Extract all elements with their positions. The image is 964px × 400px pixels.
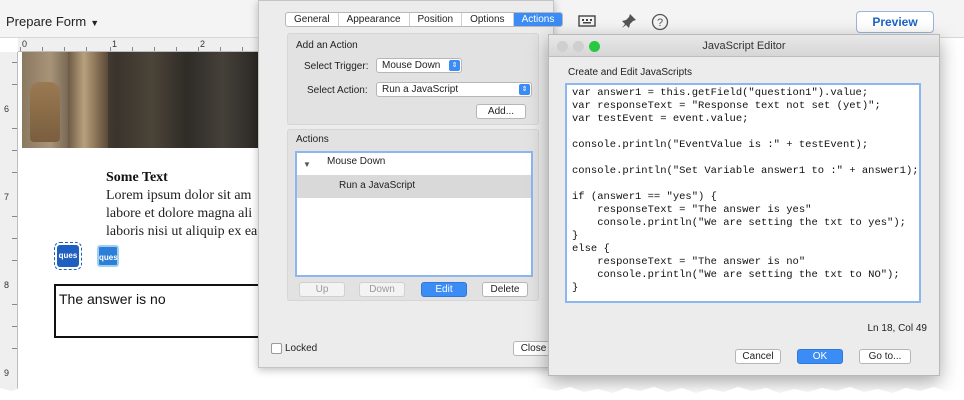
code-line: var answer1 = this.getField("question1")… — [572, 87, 869, 99]
tree-trigger-label: Mouse Down — [327, 156, 386, 167]
code-line: responseText = "The answer is yes" — [572, 204, 812, 216]
add-action-button[interactable]: Add... — [476, 104, 526, 119]
trigger-label: Select Trigger: — [304, 61, 369, 72]
pin-icon[interactable] — [620, 13, 638, 31]
body-line: laboris nisi ut aliquip ex ea — [106, 224, 258, 239]
properties-tabs: General Appearance Position Options Acti… — [285, 12, 564, 27]
tab-actions[interactable]: Actions — [513, 13, 563, 26]
code-line: else { — [572, 243, 610, 255]
tree-action-label: Run a JavaScript — [339, 180, 416, 191]
edit-button[interactable]: Edit — [421, 282, 467, 297]
prepare-form-menu[interactable]: Prepare Form ▼ — [6, 14, 99, 29]
code-line: console.println("Set Variable answer1 to… — [572, 165, 919, 177]
help-icon[interactable]: ? — [651, 13, 669, 31]
button-properties-dialog: General Appearance Position Options Acti… — [258, 0, 564, 368]
editor-subtitle: Create and Edit JavaScripts — [568, 67, 692, 78]
trigger-value: Mouse Down — [382, 60, 441, 71]
ruler-left-label: 9 — [4, 368, 10, 378]
question-button-selected[interactable]: ques — [54, 242, 82, 270]
ruler-top-label: 0 — [22, 39, 28, 49]
code-line: responseText = "The answer is no" — [572, 256, 806, 268]
svg-text:?: ? — [657, 17, 663, 29]
code-line: var testEvent = event.value; — [572, 113, 749, 125]
stepper-icon: ⇕ — [449, 60, 460, 71]
code-editor[interactable]: var answer1 = this.getField("question1")… — [565, 83, 921, 303]
tab-position[interactable]: Position — [410, 13, 463, 26]
page-body-text: Lorem ipsum dolor sit am labore et dolor… — [106, 187, 257, 241]
prepare-form-label: Prepare Form — [6, 14, 87, 29]
add-action-group: Add an Action Select Trigger: Mouse Down… — [287, 33, 539, 125]
up-button[interactable]: Up — [299, 282, 345, 297]
ruler-top-label: 1 — [112, 39, 118, 49]
tree-row-trigger[interactable]: ▼ Mouse Down — [297, 153, 531, 176]
cursor-position: Ln 18, Col 49 — [867, 323, 928, 334]
code-line: } — [572, 282, 579, 294]
close-button[interactable]: Close — [513, 341, 553, 356]
stepper-icon: ⇕ — [519, 84, 530, 95]
down-button[interactable]: Down — [359, 282, 405, 297]
action-select[interactable]: Run a JavaScript ⇕ — [376, 82, 532, 97]
trigger-select[interactable]: Mouse Down ⇕ — [376, 58, 462, 73]
keyboard-icon[interactable] — [578, 13, 596, 31]
body-line: labore et dolore magna ali — [106, 206, 253, 221]
tree-row-action[interactable]: Run a JavaScript — [297, 175, 531, 198]
code-line: if (answer1 == "yes") { — [572, 191, 717, 203]
tab-appearance[interactable]: Appearance — [339, 13, 410, 26]
javascript-editor-dialog: JavaScript Editor Create and Edit JavaSc… — [548, 34, 940, 376]
goto-button[interactable]: Go to... — [859, 349, 911, 364]
editor-title: JavaScript Editor — [702, 40, 786, 52]
code-line: var responseText = "Response text not se… — [572, 100, 881, 112]
actions-tree[interactable]: ▼ Mouse Down Run a JavaScript — [295, 151, 533, 277]
locked-label: Locked — [285, 343, 318, 354]
page-photo — [22, 52, 258, 148]
ruler-left-label: 8 — [4, 280, 10, 290]
locked-checkbox[interactable] — [271, 343, 282, 354]
answer-text-field[interactable]: The answer is no — [54, 284, 258, 338]
question-button[interactable]: ques — [97, 245, 119, 267]
action-label: Select Action: — [307, 85, 368, 96]
ruler-left-label: 6 — [4, 104, 10, 114]
ruler-left-label: 7 — [4, 192, 10, 202]
photo-detail — [68, 52, 108, 148]
tab-general[interactable]: General — [286, 13, 339, 26]
pdf-page: Some Text Lorem ipsum dolor sit am labor… — [18, 52, 258, 400]
ruler-top: 0 1 2 — [18, 38, 258, 52]
ruler-left: 6 7 8 9 — [0, 52, 18, 400]
actions-title: Actions — [296, 134, 329, 145]
cancel-button[interactable]: Cancel — [735, 349, 781, 364]
editor-titlebar[interactable]: JavaScript Editor — [549, 35, 939, 57]
action-value: Run a JavaScript — [382, 84, 459, 95]
body-line: Lorem ipsum dolor sit am — [106, 188, 252, 203]
ok-button[interactable]: OK — [797, 349, 843, 364]
disclosure-triangle-icon[interactable]: ▼ — [303, 160, 311, 169]
code-line: console.println("We are setting the txt … — [572, 217, 906, 229]
code-line: console.println("EventValue is :" + test… — [572, 139, 869, 151]
tab-options[interactable]: Options — [462, 13, 514, 26]
photo-detail — [30, 82, 60, 142]
answer-text: The answer is no — [59, 291, 166, 307]
code-line: console.println("We are setting the txt … — [572, 269, 900, 281]
caret-down-icon: ▼ — [90, 18, 100, 28]
ruler-top-label: 2 — [200, 39, 206, 49]
add-action-title: Add an Action — [296, 40, 358, 51]
delete-button[interactable]: Delete — [482, 282, 528, 297]
preview-button[interactable]: Preview — [856, 11, 934, 33]
page-heading: Some Text — [106, 170, 168, 185]
torn-edge — [0, 387, 964, 400]
code-line: } — [572, 230, 579, 242]
